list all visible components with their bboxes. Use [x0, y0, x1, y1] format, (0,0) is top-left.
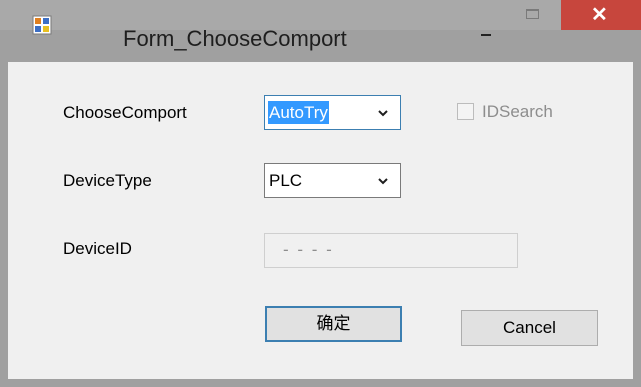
- maximize-button[interactable]: [513, 0, 561, 30]
- choose-comport-combobox[interactable]: AutoTry: [264, 95, 401, 130]
- form-client-area: ChooseComport AutoTry IDSearch DeviceTyp…: [8, 62, 633, 379]
- close-button[interactable]: ✕: [561, 0, 641, 30]
- minimize-icon: [481, 34, 491, 36]
- minimize-button[interactable]: [463, 0, 511, 36]
- choose-comport-value: AutoTry: [268, 101, 329, 124]
- chevron-down-icon: [378, 110, 388, 117]
- window-title: Form_ChooseComport: [123, 26, 347, 51]
- cancel-button[interactable]: Cancel: [461, 310, 598, 346]
- form-window: Form_ChooseComport ✕ ChooseComport AutoT…: [0, 0, 641, 387]
- device-type-value: PLC: [269, 171, 303, 190]
- app-icon: [32, 15, 52, 35]
- device-type-label: DeviceType: [63, 171, 152, 190]
- id-search-checkbox[interactable]: [457, 103, 474, 120]
- chevron-down-icon: [378, 178, 388, 185]
- id-search-label: IDSearch: [482, 102, 553, 121]
- device-id-label: DeviceID: [63, 239, 132, 258]
- maximize-icon: [526, 9, 539, 19]
- device-type-combobox[interactable]: PLC: [264, 163, 401, 198]
- ok-button[interactable]: 确定: [265, 306, 402, 342]
- choose-comport-label: ChooseComport: [63, 103, 187, 122]
- device-id-field[interactable]: - - - -: [264, 233, 518, 268]
- close-icon: ✕: [591, 4, 608, 26]
- title-bar[interactable]: Form_ChooseComport ✕: [0, 0, 641, 51]
- device-id-value: - - - -: [283, 240, 334, 259]
